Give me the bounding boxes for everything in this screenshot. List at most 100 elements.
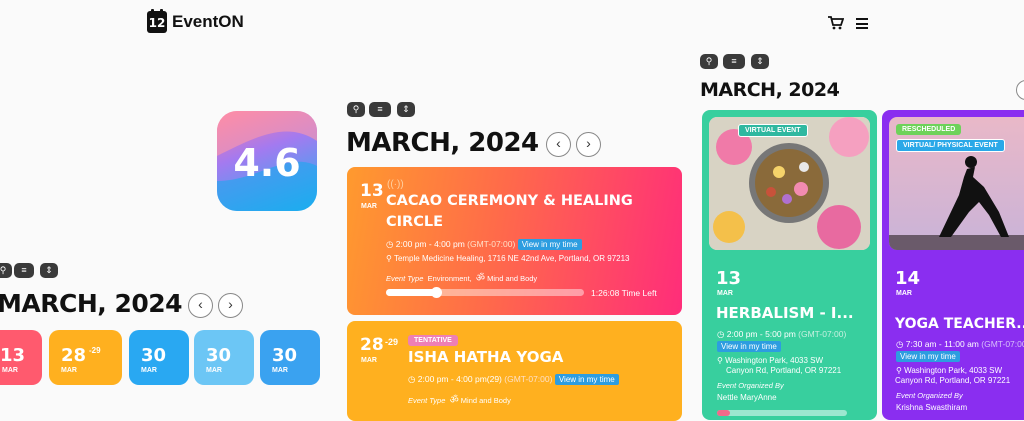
event-location-row: ⚲ Temple Medicine Healing, 1716 NE 42nd … [386,254,630,263]
event-location-line2: Canyon Rd, Portland, OR 97221 [895,376,1011,385]
event-type-value: Environment, [427,274,472,283]
event-time-row: ◷ 2:00 pm - 4:00 pm(29) (GMT-07:00) View… [408,374,619,385]
event-location-line2: Canyon Rd, Portland, OR 97221 [726,366,842,375]
event-title[interactable]: YOGA TEACHER... [895,316,1024,332]
view-time-wrap: View in my time [896,351,960,362]
event-location-row: ⚲ Washington Park, 4033 SW [717,356,823,365]
view-in-my-time-button[interactable]: View in my time [717,341,781,352]
event-month: MAR [361,357,377,364]
app-version-badge: 4.6 [217,111,317,211]
event-timezone: (GMT-07:00 [981,339,1024,349]
event-day: 13 [716,268,742,289]
clock-icon: ◷ [717,329,725,339]
event-title-line2[interactable]: CIRCLE [386,214,443,230]
event-time-row: ◷ 7:30 am - 11:00 am (GMT-07:00 [896,339,1024,350]
event-time: 7:30 am - 11:00 am [905,339,979,349]
om-icon: ॐ [449,395,459,406]
chevron-left-icon[interactable]: ‹ [546,132,571,157]
event-day: 14 [895,268,921,289]
status-badge: RESCHEDULED [896,124,962,135]
sort-icon[interactable]: ⇕ [751,54,769,69]
event-timezone: (GMT-07:00) [467,239,516,249]
search-icon[interactable]: ⚲ [700,54,718,69]
clock-icon: ◷ [408,374,416,384]
filter-icon[interactable]: ≡ [14,263,34,278]
event-time-row: ◷ 2:00 pm - 5:00 pm (GMT-07:00) [717,329,846,340]
day-tile[interactable]: 30 MAR [260,330,320,385]
chevron-left-icon[interactable] [1016,80,1024,100]
center-month-title: MARCH, 2024 [346,128,539,158]
cart-icon[interactable] [828,16,844,30]
right-month-title: MARCH, 2024 [700,79,840,101]
event-title[interactable]: CACAO CEREMONY & HEALING [386,193,633,209]
event-month: MAR [361,203,377,210]
event-location-row: ⚲ Washington Park, 4033 SW [896,366,1002,375]
chevron-left-icon[interactable]: ‹ [188,293,213,318]
view-time-wrap: View in my time [717,341,781,352]
event-type-value: Mind and Body [460,396,511,405]
clock-icon: ◷ [896,339,904,349]
view-in-my-time-button[interactable]: View in my time [517,239,582,250]
search-icon[interactable]: ⚲ [347,102,365,117]
event-time: 2:00 pm - 4:00 pm [395,239,465,249]
day-tile[interactable]: 30 MAR [129,330,189,385]
event-time: 2:00 pm - 5:00 pm [726,329,796,339]
day-tile[interactable]: 28 -29 MAR [49,330,122,385]
status-badge: TENTATIVE [408,335,458,346]
event-mode-badge: VIRTUAL/ PHYSICAL EVENT [896,139,1005,152]
time-left-text: 1:26:08 Time Left [591,288,657,298]
progress-bar [717,410,847,416]
event-location: Temple Medicine Healing, 1716 NE 42nd Av… [393,254,630,263]
organizer-name[interactable]: Krishna Swasthiram [896,403,967,412]
event-card[interactable]: RESCHEDULED VIRTUAL/ PHYSICAL EVENT 14 M… [882,110,1024,420]
filter-icon[interactable]: ≡ [369,102,391,117]
version-number: 4.6 [233,141,301,185]
event-card[interactable]: VIRTUAL EVENT 13 MAR HERBALISM - I... ◷ … [702,110,877,420]
search-icon[interactable]: ⚲ [0,263,12,278]
event-location: Washington Park, 4033 SW [725,356,824,365]
event-timezone: (GMT-07:00) [504,374,553,384]
organizer-label: Event Organized By [896,391,963,400]
event-title[interactable]: HERBALISM - I... [716,304,854,322]
location-icon: ⚲ [386,254,392,263]
view-in-my-time-button[interactable]: View in my time [896,351,960,362]
event-type-value2: Mind and Body [487,274,538,283]
logo-text[interactable]: EventON [172,12,244,32]
event-day-range: -29 [385,337,399,347]
clock-icon: ◷ [386,239,394,249]
left-month-title: MARCH, 2024 [0,289,183,318]
om-icon: ॐ [475,273,486,284]
logo-number: 12 [148,16,166,30]
day-tile[interactable]: 30 MAR [194,330,254,385]
event-type-row: Event Type ॐ Mind and Body [408,392,511,406]
event-month: MAR [717,290,733,297]
location-icon: ⚲ [717,356,723,365]
event-day: 13 [360,181,384,201]
event-month: MAR [896,290,912,297]
organizer-name[interactable]: Nettle MaryAnne [717,393,777,402]
menu-icon[interactable] [856,18,868,29]
sort-icon[interactable]: ⇕ [397,102,415,117]
day-tile[interactable]: 13 MAR [0,330,42,385]
location-icon: ⚲ [896,366,902,375]
event-location: Washington Park, 4033 SW [904,366,1003,375]
event-type-label: Event Type [408,396,446,405]
filter-icon[interactable]: ≡ [723,54,745,69]
calendar-icon[interactable]: 12 [147,9,167,33]
event-image [889,117,1024,250]
event-time-row: ◷ 2:00 pm - 4:00 pm (GMT-07:00) View in … [386,239,582,250]
event-type-row: Event Type Environment, ॐ Mind and Body [386,270,537,284]
sort-icon[interactable]: ⇕ [40,263,58,278]
chevron-right-icon[interactable]: › [218,293,243,318]
live-icon: ((·)) [387,179,404,190]
event-title[interactable]: ISHA HATHA YOGA [408,348,563,366]
status-badge: VIRTUAL EVENT [738,124,808,137]
organizer-label: Event Organized By [717,381,784,390]
event-day: 28 [360,335,384,355]
event-time: 2:00 pm - 4:00 pm(29) [417,374,502,384]
event-card[interactable]: 13 MAR ((·)) CACAO CEREMONY & HEALING CI… [347,167,682,315]
time-left-progress [386,287,584,298]
view-in-my-time-button[interactable]: View in my time [554,374,619,385]
event-card[interactable]: 28 -29 MAR TENTATIVE ISHA HATHA YOGA ◷ 2… [347,321,682,421]
chevron-right-icon[interactable]: › [576,132,601,157]
